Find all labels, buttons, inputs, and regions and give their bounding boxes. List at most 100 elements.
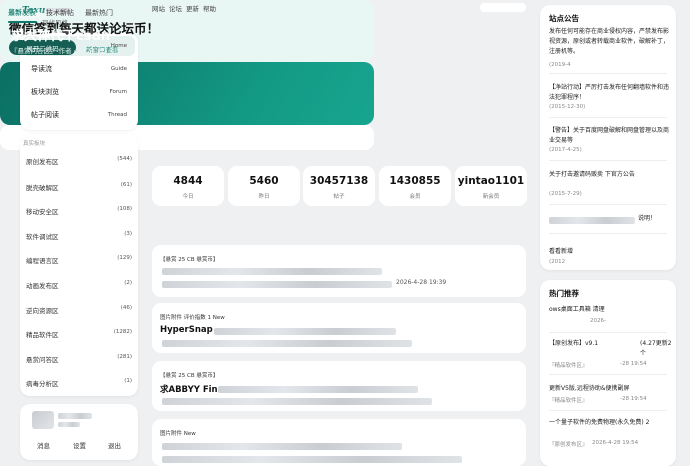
notice-item[interactable]: 【净站行动】严厉打击发布任何翻墙软件和违法犯罪程序！ [549,83,671,103]
stat-label: 新会员 [482,194,500,200]
forum-item[interactable]: 脱壳破解区 (61) [26,182,132,192]
nav-thread-label: 帖子阅读 [31,111,59,119]
hot-forum: 『原创发布区』 [549,442,588,448]
post-title-blur [218,386,418,393]
hot-item[interactable]: (4.27更新2个 [640,339,676,359]
nav-thread-en: Thread [107,112,127,118]
divider [549,117,667,118]
hot-date: -28 19:54 [620,396,647,402]
forum-item[interactable]: 悬赏问答区 (281) [26,354,132,364]
post-meta-blur [162,456,462,463]
post-item[interactable]: 图片附件 New [152,419,526,466]
search-box[interactable] [480,3,526,12]
notice-item[interactable]: 看看新增 [549,247,671,257]
divider [549,73,667,74]
hot-item[interactable]: ows桌面工具箱 清理 [549,305,673,315]
featured-title[interactable]: 求大神代下csdn [11,25,110,44]
forum-item[interactable]: 精品软件区 (1282) [26,329,132,339]
topnav-help[interactable]: 帮助 [203,3,216,13]
forum-item[interactable]: 原创发布区 (544) [26,156,132,166]
post-title-blur [162,268,382,275]
forum-count: (46) [120,305,132,311]
notice-item[interactable]: 关于打击邀请码贩卖 下官方公告 [549,170,671,180]
forum-item[interactable]: 病毒分析区 (1) [26,378,132,388]
forum-item[interactable]: 编程语言区 (129) [26,255,132,265]
notice-blur [549,217,635,224]
stat-posts: 30457138 帖子 [303,166,375,206]
post-item[interactable]: 【悬赏 25 CB 悬赏币】 求ABBYY Fin [152,361,526,411]
nav-thread[interactable]: 帖子阅读 Thread [23,105,135,125]
post-tags: 图片附件 New [160,431,196,437]
stat-label: 会员 [409,194,421,200]
messages-button[interactable]: 消息 [37,440,50,450]
notice-item[interactable]: 说明！ [638,214,668,224]
forum-name: 病毒分析区 [26,380,59,388]
hot-recommend: 热门推荐 ows桌面工具箱 清理 2026- 【原创发布】v9.1 (4.27更… [540,280,676,466]
tab-underline [8,21,37,23]
hot-title: 热门推荐 [549,289,579,298]
forum-name: 脱壳破解区 [26,184,59,192]
notice-item[interactable]: 发布任何可能存在商业侵权内容，严禁发布影视资源，原创或者转载商业软件，破解补丁，… [549,27,671,57]
forum-count: (544) [117,156,132,162]
forum-item[interactable]: 移动安全区 (108) [26,206,132,216]
stat-members: 1430855 会员 [379,166,451,206]
nav-forum-label: 板块浏览 [31,88,59,96]
hot-date: 2026- [590,318,606,324]
stat-value[interactable]: yintao1101 [455,175,527,187]
topnav-update[interactable]: 更新 [186,3,199,13]
post-title-blur [162,443,402,450]
forum-item[interactable]: 软件调试区 (3) [26,231,132,241]
forum-count: (61) [120,182,132,188]
forum-count: (108) [117,206,132,212]
stat-label: 帖子 [333,194,345,200]
post-meta-blur [162,281,392,288]
notice-title: 站点公告 [549,14,579,23]
topnav-forum[interactable]: 论坛 [169,3,182,13]
forum-name: 逆向资源区 [26,307,59,315]
tab-hot[interactable]: 最新热门 [85,8,113,18]
forum-name: 移动安全区 [26,208,59,216]
user-meta-blur [58,422,80,427]
forum-list: 真实板块 原创发布区 (544) 脱壳破解区 (61) 移动安全区 (108) 软件调… [20,134,138,396]
tab-tech[interactable]: 技术新帖 [46,8,74,18]
nav-forum[interactable]: 板块浏览 Forum [23,82,135,102]
notice-date: (2012 [549,259,566,265]
featured-meta: 『悬赏问答区』 作者 心语20182 回复 0 [11,47,129,55]
forum-count: (129) [117,255,132,261]
forum-count: (1) [124,378,132,384]
stat-new-member: yintao1101 新会员 [455,166,527,206]
avatar[interactable] [32,411,54,429]
hot-item[interactable]: 一个量子软件的免费物理(永久免费) 2 [549,418,673,428]
hot-item[interactable]: 更新V5版,远程协助&便携副屏 [549,384,673,394]
divider [549,374,667,375]
stat-label: 昨日 [258,194,270,200]
nav-guide-en: Guide [110,66,127,72]
notice-date: (2015-12-30) [549,104,586,110]
divider [549,160,667,161]
username-blur [58,413,92,419]
tab-latest[interactable]: 最新发表 [8,8,36,18]
user-card: 消息 设置 退出 [20,404,138,460]
settings-button[interactable]: 设置 [73,440,86,450]
nav-forum-en: Forum [109,89,127,95]
divider [549,233,667,234]
topnav-site[interactable]: 网站 [152,3,165,13]
forum-item[interactable]: 动画发布区 (2) [26,280,132,290]
hot-forum: 『精品软件区』 [549,398,588,404]
hot-date: 2026-4-28 19:54 [592,440,639,446]
stat-yesterday: 5460 昨日 [228,166,300,206]
forum-name: 原创发布区 [26,158,59,166]
post-item[interactable]: 图片附件 评价指数 1 New HyperSnap [152,303,526,353]
divider [549,410,667,411]
forum-name: 悬赏问答区 [26,356,59,364]
logout-button[interactable]: 退出 [108,440,121,450]
forum-count: (281) [117,354,132,360]
post-title[interactable]: HyperSnap [160,325,213,335]
nav-guide[interactable]: 导读流 Guide [23,59,135,79]
forum-count: (2) [124,280,132,286]
forum-item[interactable]: 逆向资源区 (46) [26,305,132,315]
post-title[interactable]: 求ABBYY Fin [160,383,218,395]
forum-section-title: 真实板块 [23,141,46,147]
notice-item[interactable]: 【警告】关于百度网盘破解和网盘管理以及商业交易等 [549,126,671,146]
post-item[interactable]: 【悬赏 25 CB 悬赏币】 2026-4-28 19:39 [152,245,526,297]
